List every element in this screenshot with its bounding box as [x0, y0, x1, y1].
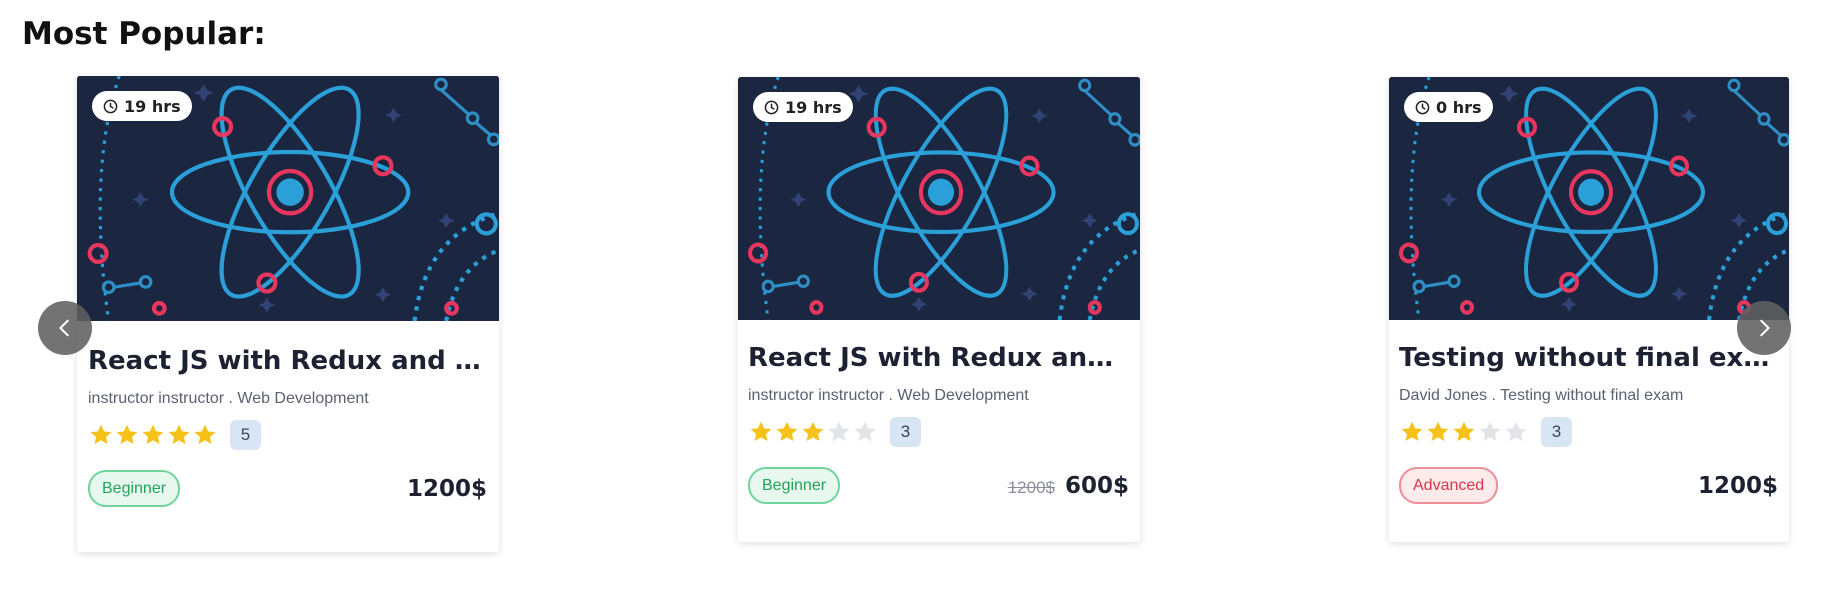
- price: 1200$: [406, 475, 487, 502]
- duration-badge: 0 hrs: [1404, 92, 1493, 122]
- star-icon: [90, 424, 112, 444]
- course-meta: instructor instructor . Web Development: [748, 387, 1029, 404]
- old-price: 1200$: [1007, 477, 1055, 497]
- star-icon: [1427, 421, 1449, 441]
- course-card[interactable]: 19 hrs React JS with Redux and ho... ins…: [77, 76, 499, 552]
- star-icon: [854, 421, 876, 441]
- star-icon: [776, 421, 798, 441]
- carousel-next-button[interactable]: [1737, 301, 1791, 355]
- level-badge: Beginner: [88, 470, 181, 507]
- price-row: Advanced 1200$: [1399, 467, 1778, 504]
- star-icon: [750, 421, 772, 441]
- course-title[interactable]: React JS with Redux and ho...: [748, 343, 1129, 373]
- star-icon: [194, 424, 216, 444]
- clock-icon: [103, 99, 118, 113]
- level-badge: Beginner: [748, 467, 841, 504]
- duration-text: 19 hrs: [124, 96, 181, 116]
- rating-count: 3: [890, 417, 921, 447]
- star-icon: [828, 421, 850, 441]
- star-icon: [1479, 421, 1501, 441]
- star-rating: 3: [1399, 417, 1778, 447]
- course-card[interactable]: 19 hrs React JS with Redux and ho... ins…: [738, 77, 1140, 542]
- star-icon: [1401, 421, 1423, 441]
- duration-badge: 19 hrs: [92, 91, 192, 121]
- course-thumbnail: 0 hrs: [1389, 77, 1789, 320]
- chevron-left-icon: [59, 319, 69, 337]
- star-icon: [1453, 421, 1475, 441]
- chevron-right-icon: [1760, 319, 1770, 337]
- star-icon: [1505, 421, 1527, 441]
- star-icon: [116, 424, 138, 444]
- prices: 1200$: [407, 476, 487, 502]
- course-thumbnail: 19 hrs: [77, 76, 499, 321]
- rating-count: 5: [230, 420, 261, 450]
- course-title[interactable]: React JS with Redux and ho...: [88, 346, 487, 376]
- star-icon: [168, 424, 190, 444]
- price-row: Beginner 1200$: [88, 470, 487, 507]
- prices: 1200$: [1698, 473, 1778, 499]
- clock-icon: [1415, 100, 1430, 114]
- course-card[interactable]: 0 hrs Testing without final exam David J…: [1389, 77, 1789, 542]
- course-title[interactable]: Testing without final exam: [1399, 343, 1778, 373]
- star-rating: 5: [88, 420, 487, 450]
- section-title: Most Popular:: [22, 16, 266, 52]
- course-meta: David Jones . Testing without final exam: [1399, 387, 1684, 404]
- duration-badge: 19 hrs: [753, 92, 853, 122]
- course-thumbnail: 19 hrs: [738, 77, 1140, 320]
- star-rating: 3: [748, 417, 1129, 447]
- duration-text: 0 hrs: [1436, 97, 1482, 117]
- star-icon: [802, 421, 824, 441]
- price: 1200$: [1697, 472, 1778, 499]
- price: 600$: [1064, 472, 1129, 499]
- price-row: Beginner 1200$ 600$: [748, 467, 1129, 504]
- level-badge: Advanced: [1399, 467, 1499, 504]
- rating-count: 3: [1541, 417, 1572, 447]
- star-icon: [142, 424, 164, 444]
- carousel-prev-button[interactable]: [38, 301, 92, 355]
- clock-icon: [764, 100, 779, 114]
- course-meta: instructor instructor . Web Development: [88, 390, 369, 407]
- prices: 1200$ 600$: [1008, 473, 1129, 499]
- duration-text: 19 hrs: [785, 97, 842, 117]
